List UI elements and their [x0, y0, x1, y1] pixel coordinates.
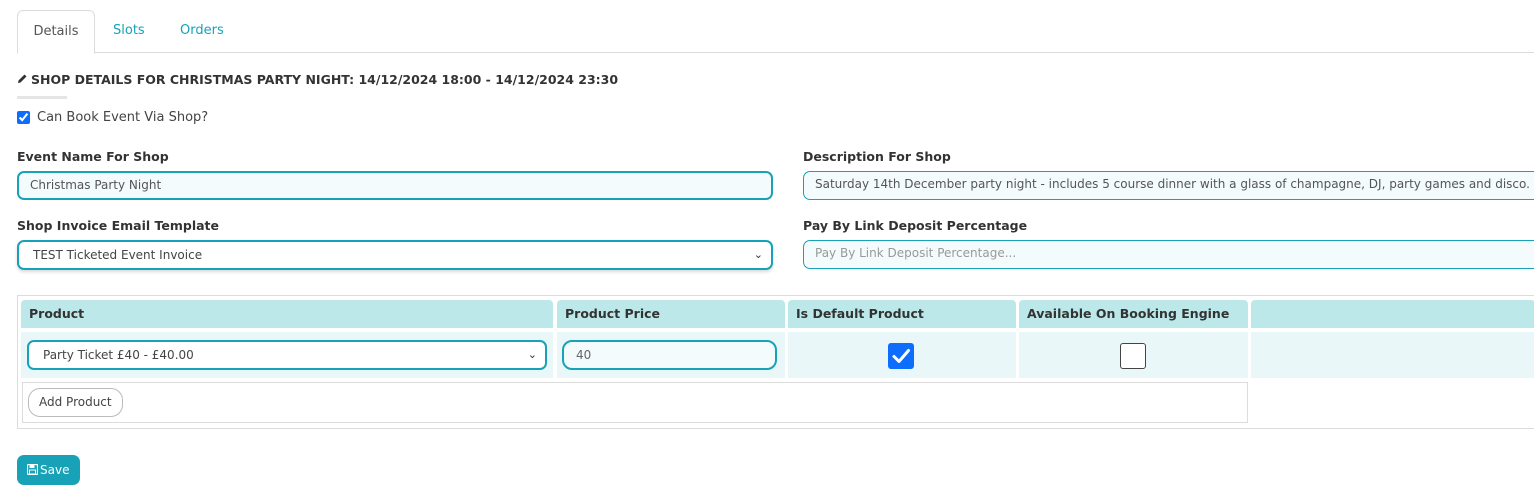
title-divider	[17, 96, 67, 99]
header-available-booking: Available On Booking Engine	[1019, 300, 1248, 328]
floppy-icon	[26, 463, 39, 476]
is-default-checkbox[interactable]	[888, 343, 914, 369]
product-select-value: Party Ticket £40 - £40.00	[43, 348, 194, 362]
invoice-template-select[interactable]: TEST Ticketed Event Invoice ⌄	[17, 240, 773, 270]
check-icon	[892, 349, 910, 363]
event-name-label: Event Name For Shop	[17, 149, 169, 164]
price-cell: 40	[557, 332, 785, 378]
product-price-input[interactable]: 40	[562, 340, 777, 370]
header-product: Product	[21, 300, 553, 328]
booking-engine-cell	[1019, 332, 1248, 378]
header-actions	[1251, 300, 1534, 328]
add-product-row: Add Product	[22, 382, 1248, 423]
can-book-row: Can Book Event Via Shop?	[17, 110, 208, 125]
header-product-price: Product Price	[557, 300, 785, 328]
tab-details[interactable]: Details	[17, 10, 95, 54]
tab-bar: Details Slots Orders	[17, 10, 1534, 54]
chevron-down-icon: ⌄	[753, 248, 763, 261]
invoice-template-label: Shop Invoice Email Template	[17, 218, 220, 233]
available-booking-checkbox[interactable]	[1120, 343, 1146, 369]
deposit-label: Pay By Link Deposit Percentage	[803, 218, 1028, 233]
page-title-text: SHOP DETAILS FOR CHRISTMAS PARTY NIGHT: …	[31, 72, 619, 87]
product-select[interactable]: Party Ticket £40 - £40.00 ⌄	[27, 340, 547, 370]
chevron-down-icon: ⌄	[527, 348, 537, 361]
default-cell	[788, 332, 1016, 378]
can-book-label: Can Book Event Via Shop?	[37, 110, 209, 125]
invoice-template-value: TEST Ticketed Event Invoice	[33, 248, 203, 262]
event-name-input[interactable]: Christmas Party Night	[17, 171, 773, 200]
tab-slots[interactable]: Slots	[113, 10, 145, 52]
products-table: Product Product Price Is Default Product…	[17, 295, 1534, 429]
deposit-input[interactable]: Pay By Link Deposit Percentage...	[803, 240, 1534, 269]
page-title: SHOP DETAILS FOR CHRISTMAS PARTY NIGHT: …	[17, 72, 618, 87]
add-product-button[interactable]: Add Product	[28, 388, 123, 417]
save-button[interactable]: Save	[17, 455, 80, 485]
tab-orders[interactable]: Orders	[180, 10, 224, 52]
description-label: Description For Shop	[803, 149, 951, 164]
table-row: Party Ticket £40 - £40.00 ⌄	[21, 332, 553, 378]
description-input[interactable]: Saturday 14th December party night - inc…	[803, 171, 1534, 200]
can-book-checkbox[interactable]	[17, 111, 30, 124]
save-label: Save	[40, 463, 70, 477]
header-is-default: Is Default Product	[788, 300, 1016, 328]
actions-cell	[1251, 332, 1534, 378]
pencil-icon	[17, 72, 28, 87]
